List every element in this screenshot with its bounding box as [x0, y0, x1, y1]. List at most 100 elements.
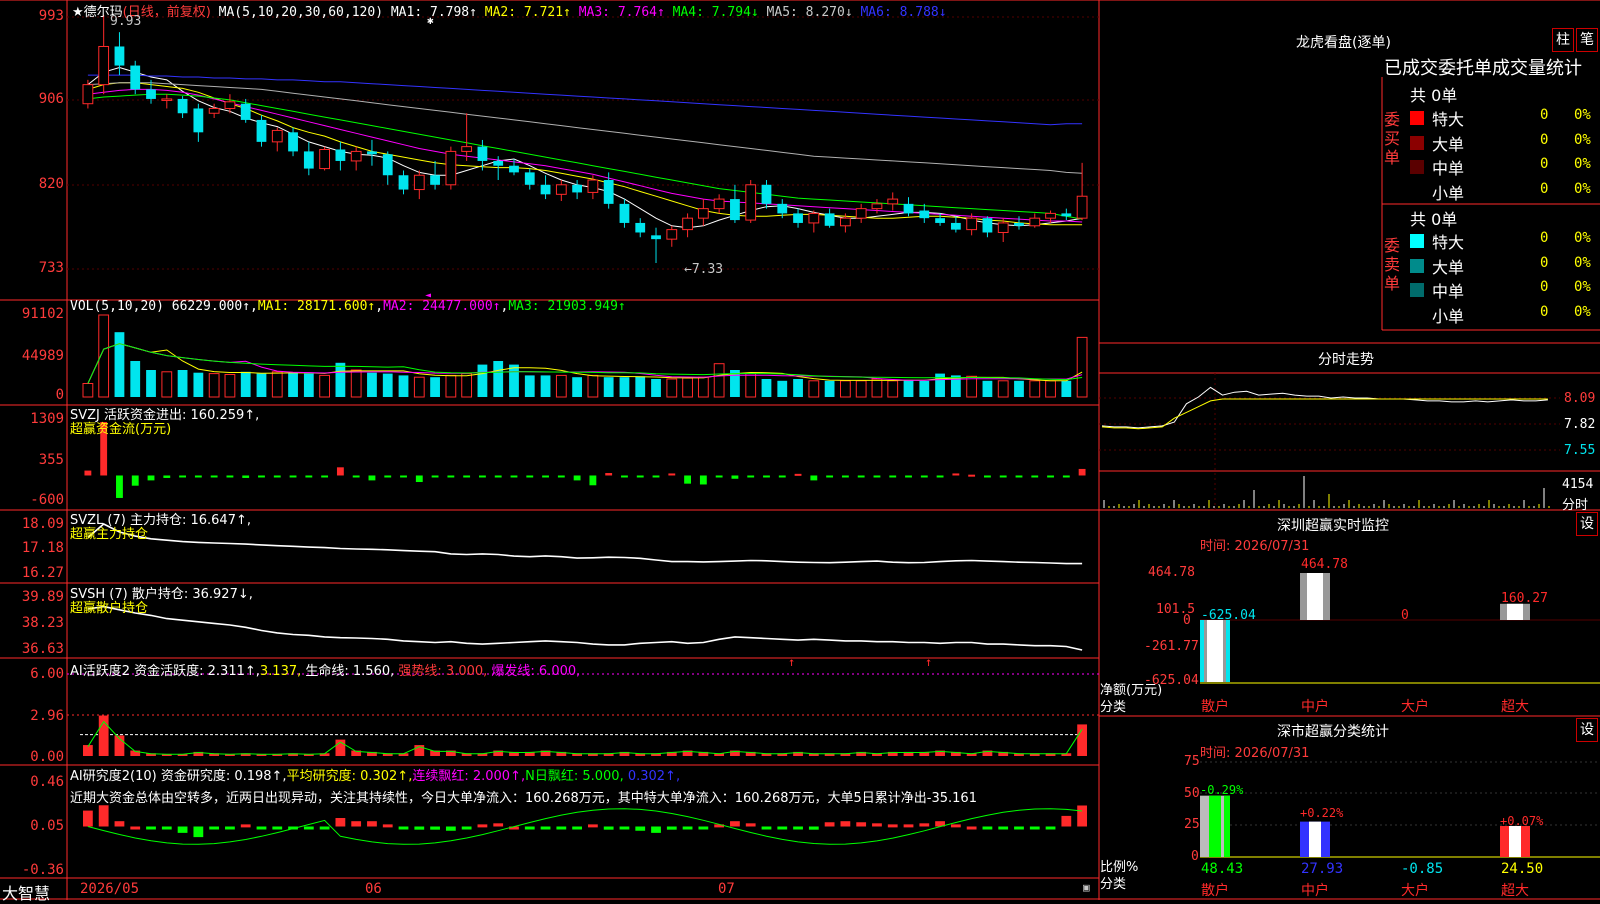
- lock-icon[interactable]: ▣: [1083, 881, 1090, 894]
- app-logo[interactable]: 大智慧: [2, 880, 50, 904]
- legend-swatch: [1410, 307, 1424, 322]
- retail-holding-chart[interactable]: [87, 605, 1083, 651]
- up-arrow-icon: ↑: [925, 655, 932, 669]
- main-ytick: 820: [38, 176, 64, 192]
- svzj-ytick: -600: [30, 492, 64, 508]
- candle-body: [682, 217, 693, 231]
- research-bar: [556, 826, 567, 830]
- fund-flow-bar: [163, 475, 171, 478]
- candle-body: [335, 149, 346, 161]
- order-count: 0: [1540, 156, 1549, 173]
- svzl-ytick: 16.27: [21, 565, 64, 581]
- candle-body: [824, 213, 835, 226]
- sz-class-chart[interactable]: [1200, 761, 1600, 858]
- volume-bar: [208, 373, 220, 398]
- research-bar: [635, 826, 646, 831]
- sz-monitor-title: 深圳超赢实时监控: [1277, 518, 1389, 534]
- research-bar: [793, 826, 803, 830]
- candle-body: [572, 184, 583, 193]
- research-bar: [225, 826, 235, 830]
- volume-bar: [855, 380, 867, 398]
- aiyj-t5: 0.302↑,: [627, 769, 681, 784]
- sz-monitor-settings-button[interactable]: 设: [1576, 512, 1598, 536]
- main-holding-chart[interactable]: [87, 523, 1083, 565]
- candle-body: [240, 103, 251, 120]
- sz-monitor-chart[interactable]: [1200, 573, 1600, 684]
- activity-bar: [1077, 724, 1088, 756]
- sz-value-label: 464.78: [1301, 557, 1348, 572]
- intraday-chart[interactable]: [1099, 373, 1560, 510]
- class-category-label: 散户: [1201, 883, 1229, 899]
- candle-body: [413, 174, 425, 191]
- vol-title-bar: VOL(5,10,20) 66229.000↑,MA1: 28171.600↑,…: [70, 299, 626, 314]
- candle-body: [82, 84, 94, 105]
- volume-bar: [555, 374, 567, 398]
- ai-research-chart[interactable]: [82, 805, 1088, 845]
- research-bar: [856, 822, 867, 827]
- order-size-label: 大单: [1432, 257, 1465, 277]
- candle-body: [1045, 212, 1056, 219]
- svzj-ytick: 355: [38, 452, 64, 468]
- aihy-t4: 强势线: 3.000,: [398, 664, 488, 679]
- order-size-label: 中单: [1432, 159, 1465, 179]
- vol-ma3: MA3: 21903.949↑: [508, 299, 626, 314]
- order-count: 0: [1540, 180, 1549, 197]
- aiyj-ytick: 0.46: [30, 774, 64, 790]
- volume-bar: [240, 371, 251, 397]
- fund-flow-bar: [242, 475, 250, 478]
- candle-body: [319, 148, 331, 170]
- legend-swatch: [1410, 111, 1424, 125]
- sell-total: 共 0单: [1410, 210, 1458, 229]
- fund-flow-bar: [652, 475, 660, 478]
- activity-bar: [82, 745, 93, 756]
- aihy-t2: 3.137,: [259, 664, 302, 679]
- sz-class-settings-button[interactable]: 设: [1576, 718, 1598, 742]
- fund-flow-bar: [352, 475, 360, 478]
- ma4-value: MA4: 7.794↓: [672, 5, 759, 20]
- ma6-value: MA6: 8.788↓: [860, 5, 947, 20]
- fund-flow-bar: [1015, 475, 1023, 478]
- research-bar: [730, 821, 740, 827]
- sz-bar-4: [1500, 603, 1530, 620]
- class-bar-highlight: [1309, 821, 1321, 857]
- star-icon[interactable]: ★: [72, 5, 84, 20]
- candle-body: [603, 180, 614, 204]
- volume-bar: [1045, 380, 1056, 398]
- volume-bar: [839, 380, 851, 398]
- research-bar: [840, 821, 851, 827]
- order-count: 0: [1540, 279, 1549, 296]
- kline-chart[interactable]: ✱◄: [67, 14, 1099, 301]
- research-bar: [761, 826, 772, 830]
- shc-ytick: 25: [1184, 817, 1200, 832]
- volume-bar: [587, 374, 599, 398]
- aihy-ytick: 0.00: [30, 749, 64, 765]
- candle-body: [555, 184, 567, 195]
- volume-bar: [887, 380, 899, 398]
- research-bar: [919, 823, 930, 827]
- aiyj-t2: 平均研究度: 0.302↑,: [286, 769, 413, 784]
- sz-ytick: 0: [1183, 613, 1191, 628]
- fund-flow-chart[interactable]: [84, 422, 1086, 498]
- order-count: 0: [1540, 254, 1549, 271]
- main-holding-line: [87, 523, 1083, 565]
- research-bar: [966, 826, 977, 830]
- fund-flow-bar: [400, 475, 407, 478]
- bar-mode-button[interactable]: 柱: [1552, 28, 1574, 52]
- volume-chart[interactable]: [82, 314, 1088, 398]
- fund-flow-bar: [920, 475, 928, 478]
- svzj-ytick: 1309: [30, 411, 64, 427]
- intraday-title[interactable]: 分时走势: [1318, 349, 1374, 369]
- retail-holding-line: [87, 605, 1083, 651]
- candle-body: [524, 172, 535, 185]
- research-bar: [777, 826, 788, 830]
- tick-mode-button[interactable]: 笔: [1576, 28, 1598, 52]
- candle-body: [808, 212, 820, 224]
- aihy-ytick: 2.96: [30, 708, 64, 724]
- fund-flow-bar: [557, 475, 565, 478]
- candle-body: [966, 217, 978, 231]
- research-bar: [477, 824, 488, 828]
- sz-bar-highlight: [1307, 573, 1323, 620]
- research-bar: [950, 824, 961, 828]
- candle-body: [982, 218, 993, 233]
- volume-bar: [271, 371, 283, 398]
